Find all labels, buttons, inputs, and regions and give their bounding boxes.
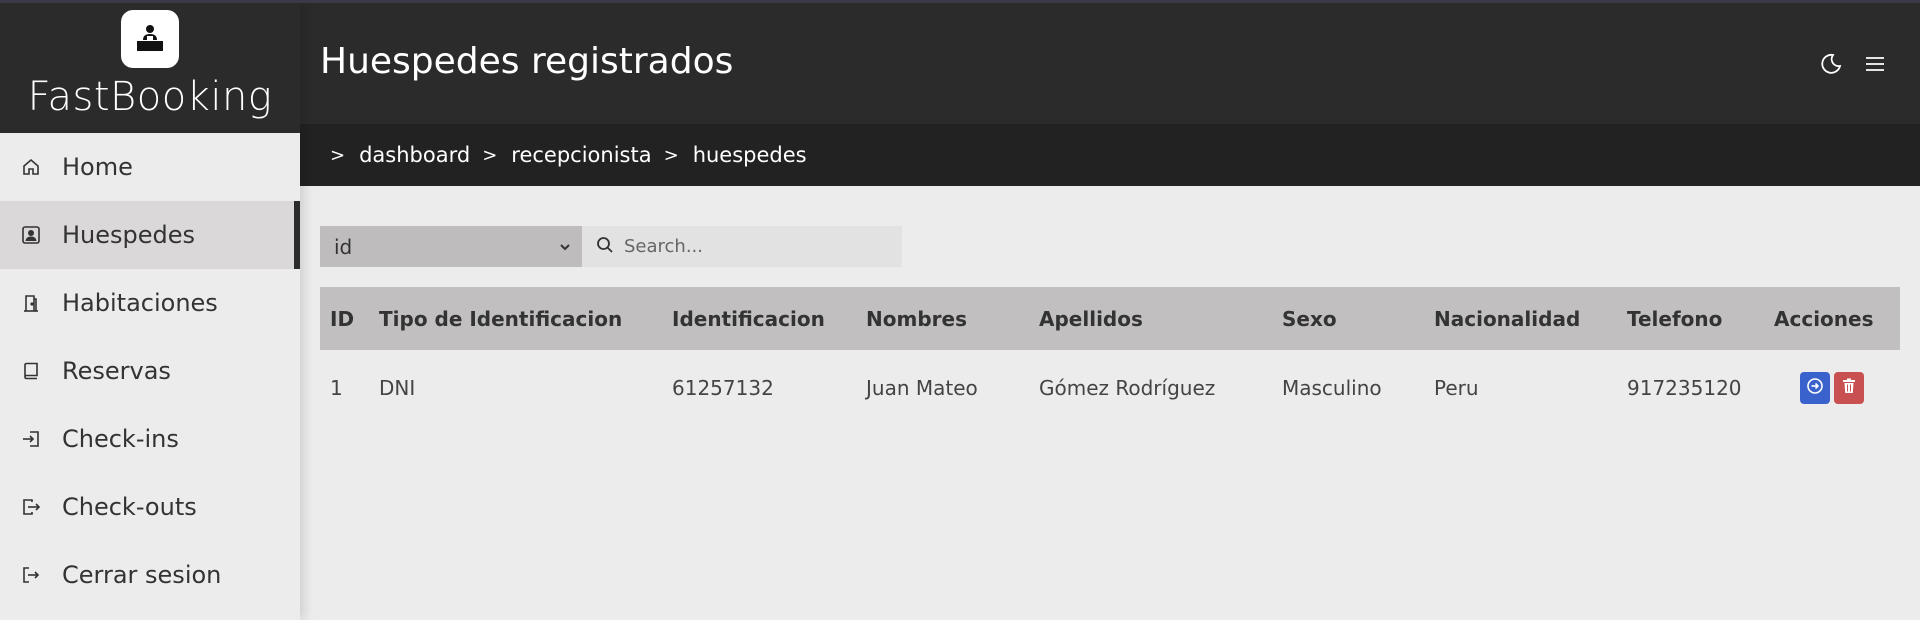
sidebar-item-label: Huespedes <box>62 221 196 249</box>
breadcrumb-item-dashboard[interactable]: dashboard <box>359 143 470 167</box>
home-icon <box>20 156 42 178</box>
sidebar-item-label: Check-outs <box>62 493 197 521</box>
person-badge-icon <box>20 224 42 246</box>
arrow-right-circle-icon <box>1806 376 1824 400</box>
delete-button[interactable] <box>1834 371 1864 404</box>
row-actions <box>1772 371 1900 404</box>
moon-icon[interactable] <box>1818 51 1844 77</box>
search-input[interactable] <box>624 236 884 257</box>
chevron-right-icon: > <box>330 144 346 166</box>
search-box <box>582 226 902 267</box>
table-header-row: ID Tipo de Identificacion Identificacion… <box>320 287 1900 350</box>
cell-nacionalidad: Peru <box>1434 375 1479 400</box>
sidebar-item-home[interactable]: Home <box>0 133 300 201</box>
column-header-acciones: Acciones <box>1774 306 1874 331</box>
breadcrumb: > dashboard > recepcionista > huespedes <box>300 124 1920 186</box>
sidebar-item-label: Reservas <box>62 357 171 385</box>
chevron-right-icon: > <box>663 144 679 166</box>
column-header-id[interactable]: ID <box>320 287 369 350</box>
brand-name: FastBooking <box>27 74 273 120</box>
sidebar-item-check-ins[interactable]: Check-ins <box>0 405 300 473</box>
field-select-value: id <box>334 234 353 259</box>
column-header-identificacion[interactable]: Identificacion <box>662 287 856 350</box>
sidebar-item-label: Habitaciones <box>62 289 218 317</box>
sidebar-item-label: Cerrar sesion <box>62 561 222 589</box>
column-header-nombres[interactable]: Nombres <box>856 287 1029 350</box>
field-select[interactable]: id <box>320 226 582 267</box>
chevron-right-icon: > <box>482 144 498 166</box>
sidebar: FastBooking Home Huespedes Habitaciones … <box>0 0 300 620</box>
view-button[interactable] <box>1800 371 1830 404</box>
filter-row: id <box>320 226 902 267</box>
cell-identificacion: 61257132 <box>672 375 774 400</box>
sidebar-item-reservas[interactable]: Reservas <box>0 337 300 405</box>
cell-telefono: 917235120 <box>1627 375 1742 400</box>
column-header-nacionalidad[interactable]: Nacionalidad <box>1424 287 1617 350</box>
cell-sexo: Masculino <box>1282 375 1382 400</box>
cell-id: 1 <box>330 375 343 400</box>
book-icon <box>20 360 42 382</box>
column-header-apellidos[interactable]: Apellidos <box>1029 287 1272 350</box>
guests-table: ID Tipo de Identificacion Identificacion… <box>320 287 1900 425</box>
logout-icon <box>20 564 42 586</box>
table-row: 1 DNI 61257132 Juan Mateo Gómez Rodrígue… <box>320 350 1900 425</box>
breadcrumb-item-huespedes[interactable]: huespedes <box>693 143 807 167</box>
top-header: Huespedes registrados <box>300 3 1920 124</box>
door-icon <box>20 292 42 314</box>
page-title: Huespedes registrados <box>320 41 734 82</box>
cell-nombres: Juan Mateo <box>866 375 978 400</box>
box-arrow-in-icon <box>20 428 42 450</box>
brand-area[interactable]: FastBooking <box>0 0 300 133</box>
column-header-telefono[interactable]: Telefono <box>1617 287 1762 350</box>
column-header-sexo[interactable]: Sexo <box>1272 287 1424 350</box>
breadcrumb-item-recepcionista[interactable]: recepcionista <box>511 143 651 167</box>
sidebar-item-label: Check-ins <box>62 425 179 453</box>
receptionist-logo-icon <box>121 10 179 68</box>
cell-apellidos: Gómez Rodríguez <box>1039 375 1216 400</box>
cell-acciones <box>1762 350 1900 425</box>
menu-icon[interactable] <box>1862 51 1888 77</box>
column-header-tipo[interactable]: Tipo de Identificacion <box>369 287 662 350</box>
sidebar-nav: Home Huespedes Habitaciones Reservas Che… <box>0 133 300 609</box>
search-icon <box>596 236 614 258</box>
box-arrow-out-icon <box>20 496 42 518</box>
sidebar-item-habitaciones[interactable]: Habitaciones <box>0 269 300 337</box>
trash-icon <box>1840 376 1858 400</box>
sidebar-item-label: Home <box>62 153 133 181</box>
top-accent-line <box>0 0 1920 3</box>
sidebar-item-huespedes[interactable]: Huespedes <box>0 201 300 269</box>
sidebar-item-cerrar-sesion[interactable]: Cerrar sesion <box>0 541 300 609</box>
sidebar-item-check-outs[interactable]: Check-outs <box>0 473 300 541</box>
chevron-down-icon <box>558 235 572 259</box>
cell-tipo: DNI <box>379 375 416 400</box>
